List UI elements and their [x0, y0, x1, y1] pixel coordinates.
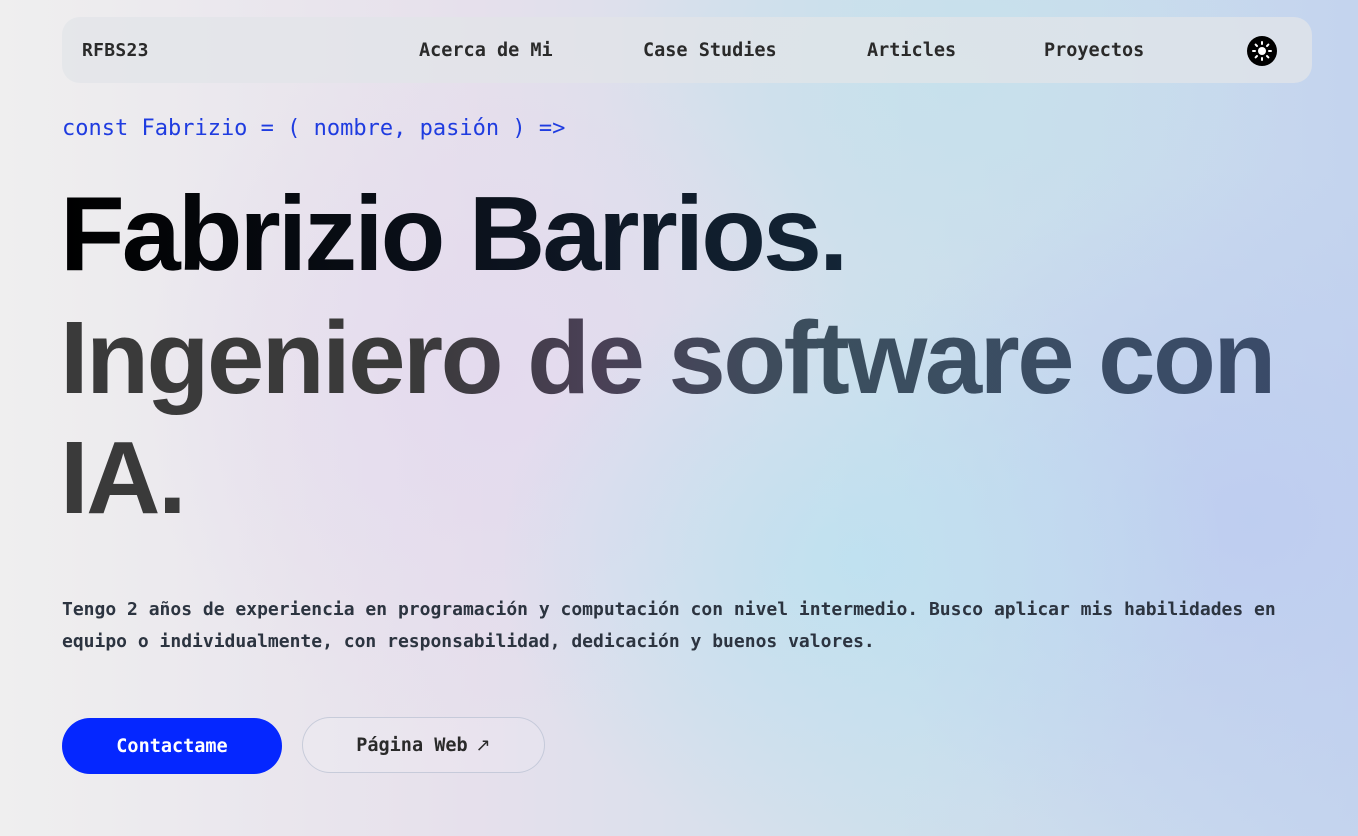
website-button-label: Página Web — [356, 734, 468, 756]
navbar: RFBS23 Acerca de Mi Case Studies Article… — [62, 17, 1312, 83]
sun-icon — [1252, 41, 1272, 61]
website-button[interactable]: Página Web ↗ — [302, 717, 545, 773]
contact-button[interactable]: Contactame — [62, 718, 282, 774]
theme-toggle-button[interactable] — [1247, 36, 1277, 66]
nav-link-articles[interactable]: Articles — [867, 40, 956, 61]
hero-role: Ingeniero de software con IA. — [60, 298, 1330, 538]
nav-link-acerca-de-mi[interactable]: Acerca de Mi — [419, 40, 553, 61]
hero-name: Fabrizio Barrios. — [60, 175, 848, 293]
code-snippet: const Fabrizio = ( nombre, pasión ) => — [62, 116, 566, 141]
nav-link-proyectos[interactable]: Proyectos — [1044, 40, 1144, 61]
hero-intro: Tengo 2 años de experiencia en programac… — [62, 599, 1276, 652]
nav-link-case-studies[interactable]: Case Studies — [643, 40, 777, 61]
brand-logo[interactable]: RFBS23 — [82, 40, 149, 61]
external-arrow-icon: ↗ — [475, 734, 491, 756]
